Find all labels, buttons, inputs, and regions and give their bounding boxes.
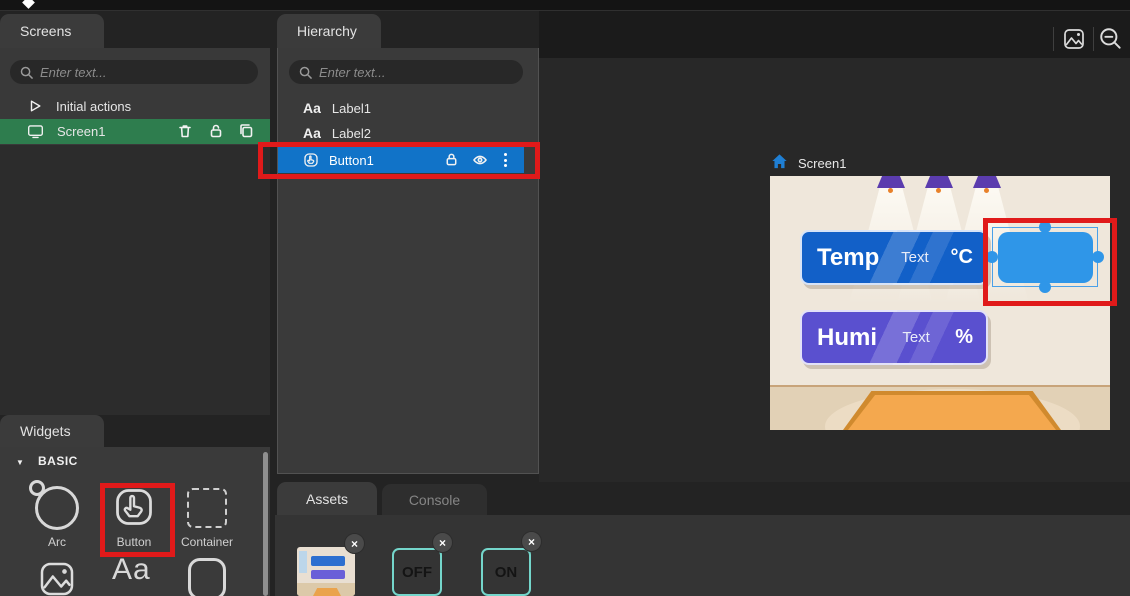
delete-screen-icon[interactable] xyxy=(177,123,193,139)
expander-icon[interactable]: ▼ xyxy=(16,458,24,467)
hierarchy-item-name: Label1 xyxy=(332,101,371,116)
tab-console[interactable]: Console xyxy=(382,484,487,515)
asset-on-button[interactable]: ON xyxy=(481,548,531,596)
screen-item-label: Screen1 xyxy=(57,124,105,139)
zoom-out-icon[interactable] xyxy=(1098,26,1124,52)
humi-widget[interactable]: Humi Text % xyxy=(800,310,988,365)
assets-panel: × OFF × ON × xyxy=(275,515,1130,596)
initial-actions-item[interactable]: Initial actions xyxy=(0,94,270,118)
arc-icon xyxy=(35,486,79,530)
widgets-section-basic: BASIC xyxy=(38,454,78,468)
remove-asset-icon[interactable]: × xyxy=(345,534,364,553)
lamp-icon xyxy=(877,176,905,188)
screen-item-screen1[interactable]: Screen1 xyxy=(0,119,270,144)
tab-widgets-label: Widgets xyxy=(20,423,71,439)
widget-arc-label: Arc xyxy=(19,535,95,549)
hierarchy-search[interactable] xyxy=(289,60,523,84)
canvas-toolbar xyxy=(539,11,1130,58)
humi-value: Text xyxy=(902,329,930,346)
tab-hierarchy[interactable]: Hierarchy xyxy=(277,14,381,48)
label-type-icon: Aa xyxy=(303,100,321,116)
asset-on-label: ON xyxy=(495,564,518,581)
asset-image-thumbnail[interactable] xyxy=(297,547,355,596)
remove-asset-icon[interactable]: × xyxy=(433,533,452,552)
container-icon xyxy=(187,488,227,528)
widgets-scrollbar[interactable] xyxy=(263,452,268,596)
screens-search-input[interactable] xyxy=(40,65,248,80)
hierarchy-item-name: Label2 xyxy=(332,126,371,141)
screen-icon xyxy=(27,123,44,140)
annotation-box-canvas-button xyxy=(983,218,1117,306)
search-icon xyxy=(299,66,312,79)
humi-unit: % xyxy=(955,326,973,349)
image-icon xyxy=(37,558,77,596)
lock-screen-icon[interactable] xyxy=(208,123,224,139)
hierarchy-panel: Aa Label1 Aa Label2 Button1 xyxy=(277,48,539,474)
widget-container-label: Container xyxy=(169,535,245,549)
widget-label[interactable]: Aa xyxy=(112,553,151,587)
room-table xyxy=(843,391,1061,430)
widget-arc[interactable] xyxy=(35,486,79,530)
screens-panel: Initial actions Screen1 xyxy=(0,48,270,415)
tab-screens-label: Screens xyxy=(20,23,71,39)
toolbar-separator xyxy=(1053,27,1054,51)
tab-widgets[interactable]: Widgets xyxy=(0,415,104,447)
asset-off-label: OFF xyxy=(402,564,432,581)
duplicate-screen-icon[interactable] xyxy=(238,123,254,139)
asset-off-button[interactable]: OFF xyxy=(392,548,442,596)
initial-actions-label: Initial actions xyxy=(56,99,131,114)
play-icon xyxy=(28,99,42,113)
lamp-icon xyxy=(925,176,953,188)
hierarchy-search-input[interactable] xyxy=(319,65,513,80)
top-strip xyxy=(0,0,1130,11)
canvas-screen-label: Screen1 xyxy=(798,156,846,171)
tab-assets-label: Assets xyxy=(306,491,348,507)
hierarchy-item-label1[interactable]: Aa Label1 xyxy=(278,96,538,120)
tab-screens[interactable]: Screens xyxy=(0,14,104,48)
temp-title: Temp xyxy=(817,244,879,272)
tab-console-label: Console xyxy=(409,492,460,508)
toolbar-separator xyxy=(1093,27,1094,51)
lamp-bulb xyxy=(888,188,893,193)
temp-value: Text xyxy=(901,249,929,266)
annotation-box-widget-button xyxy=(100,483,175,557)
search-icon xyxy=(20,66,33,79)
screens-search[interactable] xyxy=(10,60,258,84)
lamp-bulb xyxy=(984,188,989,193)
humi-title: Humi xyxy=(817,324,877,352)
label-type-icon: Aa xyxy=(303,125,321,141)
home-icon xyxy=(770,152,789,171)
tab-hierarchy-label: Hierarchy xyxy=(297,23,357,39)
tab-assets[interactable]: Assets xyxy=(277,482,377,515)
temp-unit: °C xyxy=(951,246,973,269)
widget-container[interactable] xyxy=(187,488,227,528)
panel-icon xyxy=(188,558,226,596)
background-image-icon[interactable] xyxy=(1062,27,1086,51)
widget-image[interactable] xyxy=(37,558,77,596)
temp-widget[interactable]: Temp Text °C xyxy=(800,230,988,285)
lamp-bulb xyxy=(936,188,941,193)
remove-asset-icon[interactable]: × xyxy=(522,532,541,551)
widget-panel[interactable] xyxy=(188,558,226,596)
annotation-box-hierarchy-button1 xyxy=(258,142,540,179)
lamp-icon xyxy=(973,176,1001,188)
